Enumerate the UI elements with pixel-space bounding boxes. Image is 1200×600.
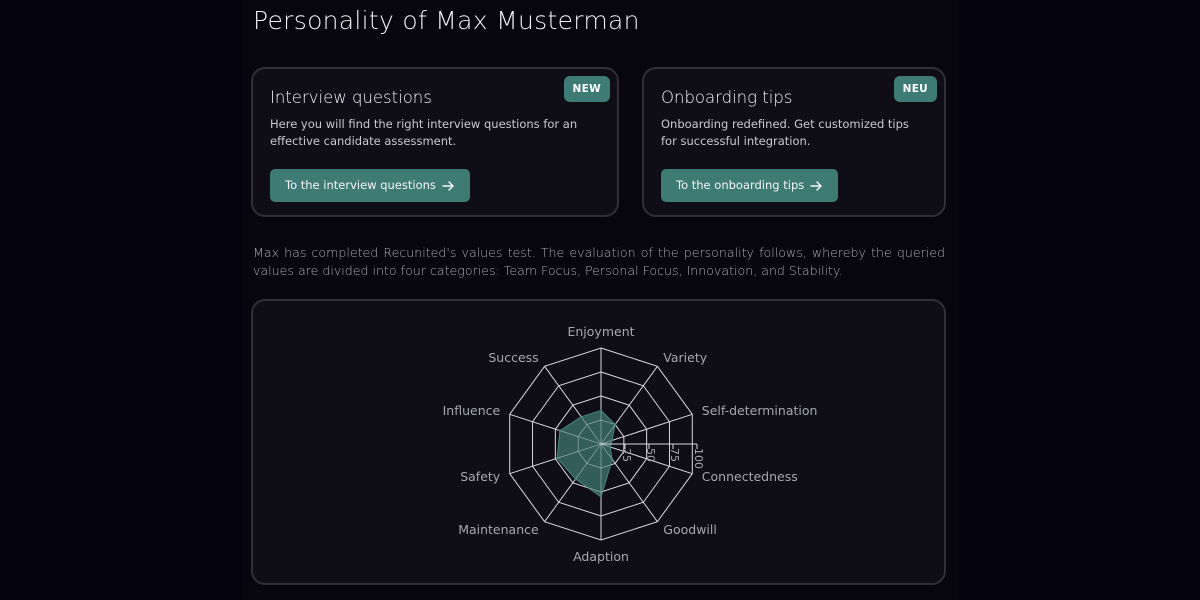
radar-point bbox=[613, 423, 617, 426]
arrow-right-icon bbox=[442, 180, 455, 192]
arrow-right-icon bbox=[810, 180, 823, 192]
radar-point bbox=[599, 409, 603, 412]
radar-chart: 25 50 75 100 Enjoyment Variety Self-determinat… bbox=[443, 324, 818, 564]
radar-tick-label: 100 bbox=[692, 448, 705, 469]
radar-category-label: Safety bbox=[460, 469, 501, 484]
radar-point bbox=[599, 495, 603, 498]
card-description: Here you will find the right interview q… bbox=[270, 117, 578, 148]
page-canvas: Personality of Max Musterman NEW Intervi… bbox=[0, 0, 1200, 600]
card-title: Interview questions bbox=[270, 88, 432, 107]
radar-chart-card: 25 50 75 100 Enjoyment Variety Self-determinat… bbox=[251, 299, 946, 585]
radar-point bbox=[555, 457, 559, 460]
radar-category-label: Influence bbox=[443, 403, 501, 418]
intro-text: Max has completed Recunited's values tes… bbox=[253, 245, 945, 278]
radar-category-label: Connectedness bbox=[702, 469, 798, 484]
radar-category-label: Goodwill bbox=[663, 522, 717, 537]
card-title: Onboarding tips bbox=[661, 88, 793, 107]
card-description: Onboarding redefined. Get customized tip… bbox=[661, 117, 909, 148]
interview-questions-button[interactable]: To the interview questions bbox=[270, 169, 470, 202]
button-label: To the interview questions bbox=[285, 178, 436, 192]
radar-point bbox=[580, 415, 583, 419]
radar-category-label: Success bbox=[488, 350, 538, 365]
radar-category-label: Variety bbox=[663, 350, 707, 365]
radar-tick-label: 50 bbox=[644, 448, 657, 462]
radar-tick-label: 25 bbox=[620, 448, 633, 462]
radar-point bbox=[558, 429, 562, 432]
radar-category-label: Enjoyment bbox=[567, 324, 634, 339]
button-label: To the onboarding tips bbox=[676, 178, 805, 192]
onboarding-tips-button[interactable]: To the onboarding tips bbox=[661, 169, 839, 202]
radar-category-label: Adaption bbox=[573, 549, 629, 564]
radar-category-label: Self-determination bbox=[702, 403, 818, 418]
new-badge: NEW bbox=[563, 76, 610, 102]
radar-point bbox=[608, 445, 612, 449]
new-badge: NEU bbox=[893, 76, 937, 102]
radar-point bbox=[610, 439, 614, 442]
radar-tick-label: 75 bbox=[668, 448, 681, 462]
radar-point bbox=[611, 458, 614, 461]
page-title: Personality of Max Musterman bbox=[253, 6, 640, 35]
interview-questions-card: NEW Interview questions Here you will fi… bbox=[251, 67, 619, 217]
onboarding-tips-card: NEU Onboarding tips Onboarding redefined… bbox=[642, 67, 946, 217]
radar-category-label: Maintenance bbox=[458, 522, 539, 537]
radar-point bbox=[574, 477, 577, 481]
